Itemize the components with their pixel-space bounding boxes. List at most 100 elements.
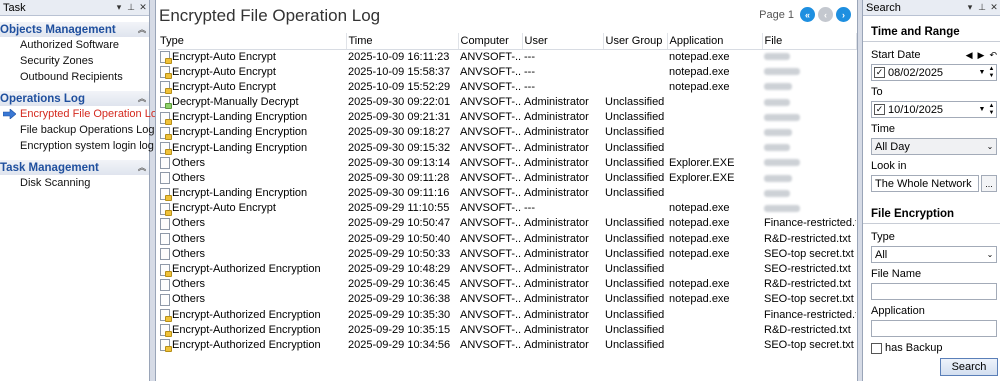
table-row[interactable]: Encrypt-Landing Encryption 2025-09-30 09:…	[158, 110, 856, 125]
computer-cell: ANVSOFT-...	[460, 111, 522, 124]
redacted-filename	[764, 113, 800, 121]
type-text: Others	[172, 293, 206, 306]
file-cell: R&D-restricted.txt	[764, 278, 851, 291]
column-header[interactable]: Time	[346, 33, 459, 50]
table-row[interactable]: Encrypt-Auto Encrypt 2025-10-09 15:58:37 A…	[158, 65, 856, 80]
file-icon	[160, 293, 170, 306]
column-header[interactable]: Application	[667, 33, 763, 50]
file-cell: Finance-restricted.txt	[764, 217, 856, 230]
file-name-label: File Name	[871, 268, 922, 280]
app-cell: notepad.exe	[669, 202, 730, 215]
column-header[interactable]: User	[522, 33, 604, 50]
table-row[interactable]: Encrypt-Auto Encrypt 2025-10-09 16:11:23 A…	[158, 49, 856, 65]
nav-encryption-system-login-log[interactable]: Encryption system login log	[0, 138, 154, 154]
nav-disk-scanning[interactable]: Disk Scanning	[0, 175, 149, 191]
column-header[interactable]: File	[762, 33, 857, 50]
chevron-down-icon: ⌄	[986, 142, 994, 151]
prev-page-icon[interactable]: ‹	[818, 7, 833, 22]
nav-encrypted-file-operation-log[interactable]: Encrypted File Operation Log	[0, 106, 163, 122]
table-row[interactable]: Others 2025-09-30 09:11:28 ANVSOFT-... Admi…	[158, 171, 856, 186]
table-row[interactable]: Others 2025-09-30 09:13:14 ANVSOFT-... Admi…	[158, 156, 856, 171]
time-range-title: Time and Range	[871, 26, 960, 38]
nav-outbound-recipients[interactable]: Outbound Recipients	[0, 69, 149, 85]
end-date-picker[interactable]: ✓ 10/10/2025 ▼ ▲ ▼	[871, 101, 997, 118]
computer-cell: ANVSOFT-...	[460, 95, 522, 108]
column-header[interactable]: Computer	[458, 33, 523, 50]
pin-icon[interactable]: ⊥	[976, 2, 988, 13]
spinner-icon[interactable]: ▲ ▼	[987, 103, 996, 117]
time-select[interactable]: All Day ⌄	[871, 138, 997, 155]
prev-arrow-icon[interactable]: ◀	[966, 50, 973, 61]
nav-security-zones[interactable]: Security Zones	[0, 53, 149, 69]
group-cell: Unclassified	[605, 141, 665, 154]
table-row[interactable]: Encrypt-Authorized Encryption 2025-09-29 …	[158, 308, 856, 323]
table-row[interactable]: Encrypt-Auto Encrypt 2025-09-29 11:10:55 A…	[158, 201, 856, 216]
type-text: Others	[172, 247, 206, 260]
chevron-up-icon[interactable]: ︽	[138, 24, 149, 35]
computer-cell: ANVSOFT-...	[460, 156, 522, 169]
nav-authorized-software[interactable]: Authorized Software	[0, 37, 149, 53]
table-body: Encrypt-Auto Encrypt 2025-10-09 16:11:23 A…	[158, 49, 856, 353]
nav-label: Encrypted File Operation Log	[20, 108, 164, 120]
table-row[interactable]: Encrypt-Authorized Encryption 2025-09-29 …	[158, 262, 856, 277]
chevron-up-icon[interactable]: ︽	[138, 93, 149, 104]
to-label: To	[871, 86, 883, 98]
close-icon[interactable]: ✕	[137, 2, 149, 13]
has-backup-label: has Backup	[885, 342, 943, 354]
table-row[interactable]: Encrypt-Landing Encryption 2025-09-30 09:…	[158, 125, 856, 140]
dropdown-icon[interactable]: ▾	[964, 2, 976, 13]
group-cell	[603, 49, 667, 65]
type-text: Others	[172, 278, 206, 291]
chevron-up-icon[interactable]: ︽	[138, 162, 149, 173]
column-header[interactable]: Type	[158, 33, 347, 50]
spinner-icon[interactable]: ▲ ▼	[987, 66, 996, 80]
table-row[interactable]: Decrypt-Manually Decrypt 2025-09-30 09:22…	[158, 95, 856, 110]
has-backup-checkbox[interactable]	[871, 342, 882, 354]
type-cell: Encrypt-Auto Encrypt	[158, 65, 346, 80]
start-date-checkbox[interactable]: ✓	[874, 67, 885, 78]
chevron-down-icon[interactable]: ▼	[977, 69, 987, 76]
section-task-management[interactable]: Task Management ︽	[0, 160, 149, 175]
table-row[interactable]: Encrypt-Landing Encryption 2025-09-30 09:…	[158, 186, 856, 201]
table-row[interactable]: Others 2025-09-29 10:36:45 ANVSOFT-... Admi…	[158, 277, 856, 292]
undo-arrow-icon[interactable]: ↶	[989, 50, 997, 61]
browse-button[interactable]: ...	[981, 175, 997, 192]
column-header[interactable]: User Group	[603, 33, 668, 50]
close-icon[interactable]: ✕	[988, 2, 1000, 13]
table-row[interactable]: Encrypt-Landing Encryption 2025-09-30 09:…	[158, 140, 856, 156]
type-select[interactable]: All ⌄	[871, 246, 997, 263]
first-page-icon[interactable]: «	[800, 7, 815, 22]
time-cell: 2025-09-30 09:11:16	[348, 187, 450, 200]
chevron-down-icon[interactable]: ▼	[977, 106, 987, 113]
file-name-input[interactable]	[871, 283, 997, 300]
table-row[interactable]: Others 2025-09-29 10:50:33 ANVSOFT-... Admi…	[158, 247, 856, 262]
next-arrow-icon[interactable]: ▶	[978, 50, 985, 61]
computer-cell: ANVSOFT-...	[460, 247, 522, 260]
table-row[interactable]: Others 2025-09-29 10:36:38 ANVSOFT-... Admi…	[158, 292, 856, 307]
type-text: Others	[172, 232, 206, 245]
locked-file-icon	[160, 187, 172, 201]
pin-icon[interactable]: ⊥	[125, 2, 137, 13]
look-in-field[interactable]: The Whole Network	[871, 175, 979, 192]
table-row[interactable]: Others 2025-09-29 10:50:40 ANVSOFT-... Admi…	[158, 232, 856, 247]
end-date-checkbox[interactable]: ✓	[874, 104, 885, 115]
user-cell: Administrator	[524, 141, 589, 154]
file-cell	[762, 95, 856, 110]
type-text: Encrypt-Landing Encryption	[172, 111, 308, 124]
search-button[interactable]: Search	[940, 358, 998, 376]
table-row[interactable]: Encrypt-Authorized Encryption 2025-09-29 …	[158, 323, 856, 338]
section-operations-log[interactable]: Operations Log ︽	[0, 91, 149, 106]
group-cell: Unclassified	[605, 95, 665, 108]
dropdown-icon[interactable]: ▾	[113, 2, 125, 13]
section-objects-management[interactable]: Objects Management ︽	[0, 22, 149, 37]
has-backup-option[interactable]: has Backup	[871, 342, 997, 354]
table-row[interactable]: Encrypt-Authorized Encryption 2025-09-29 …	[158, 338, 856, 353]
application-input[interactable]	[871, 320, 997, 337]
table-row[interactable]: Encrypt-Auto Encrypt 2025-10-09 15:52:29 A…	[158, 80, 856, 95]
type-text: Encrypt-Landing Encryption	[172, 141, 308, 154]
table-row[interactable]: Others 2025-09-29 10:50:47 ANVSOFT-... Admi…	[158, 216, 856, 231]
start-date-picker[interactable]: ✓ 08/02/2025 ▼ ▲ ▼	[871, 64, 997, 81]
type-text: Encrypt-Authorized Encryption	[172, 338, 321, 351]
next-page-icon[interactable]: ›	[836, 7, 851, 22]
nav-file-backup-operations-log[interactable]: File backup Operations Log	[0, 122, 155, 138]
